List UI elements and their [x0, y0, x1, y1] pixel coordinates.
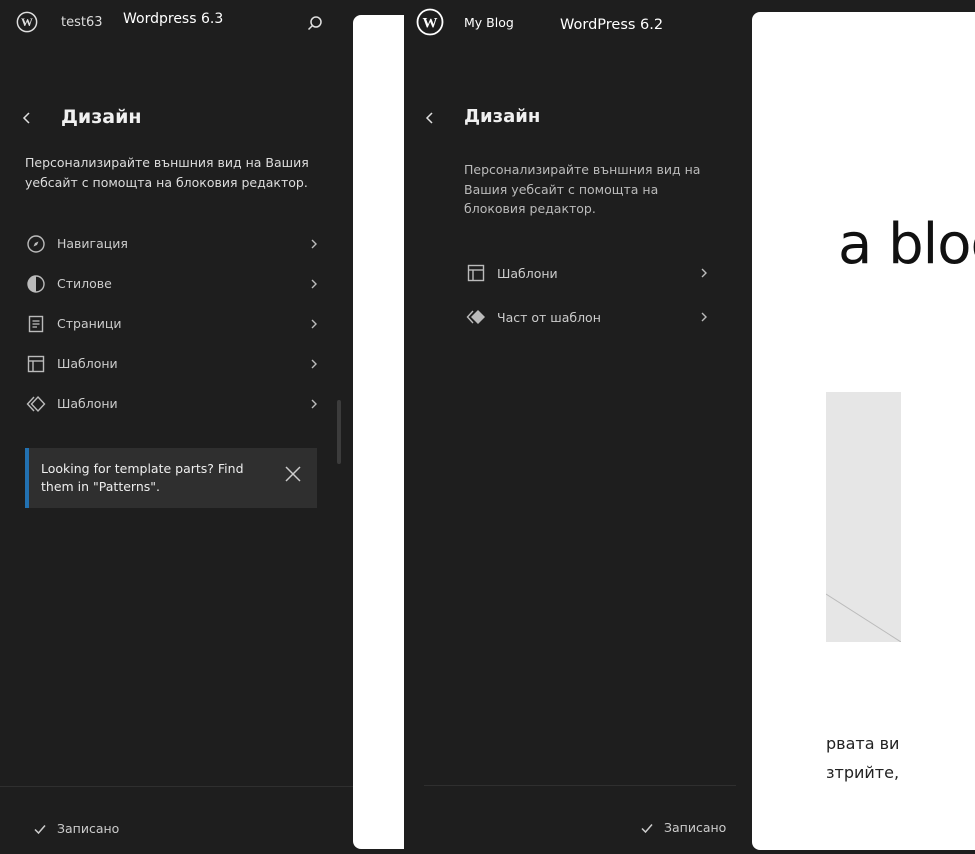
site-name[interactable]: test63 — [61, 15, 103, 30]
page-description: Персонализирайте външния вид на Вашия уе… — [25, 155, 309, 190]
chevron-right-icon — [698, 265, 710, 281]
design-nav: Навигация Стилове Страници Шаблони Шабло… — [20, 224, 330, 424]
preview-image-placeholder — [826, 392, 901, 642]
patterns-icon — [26, 394, 46, 414]
sidebar-item-label: Част от шаблон — [497, 310, 601, 325]
app-title: WordPress 6.2 — [560, 17, 664, 33]
sidebar-item-label: Шаблони — [57, 396, 118, 411]
sidebar-item-label: Шаблони — [57, 356, 118, 371]
svg-text:W: W — [423, 16, 438, 32]
save-status: Записано — [33, 821, 119, 836]
checkmark-icon — [33, 822, 47, 836]
footer-divider — [0, 786, 353, 787]
search-icon[interactable] — [304, 12, 326, 34]
page-title: Дизайн — [61, 106, 142, 128]
sidebar-item-templates[interactable]: Шаблони — [20, 344, 330, 384]
preview-text-line: зтрийте, — [826, 763, 900, 782]
sidebar-item-label: Страници — [57, 316, 122, 331]
pages-icon — [26, 314, 46, 334]
notice-text: Looking for template parts? Find them in… — [41, 461, 244, 494]
site-preview-canvas[interactable]: a blog рвата ви зтрийте, — [752, 12, 975, 850]
footer-divider — [424, 785, 736, 786]
chevron-right-icon — [308, 316, 320, 332]
back-chevron-icon[interactable] — [17, 108, 37, 128]
sidebar-item-label: Навигация — [57, 236, 128, 251]
sidebar-item-label: Шаблони — [497, 266, 558, 281]
scrollbar[interactable] — [337, 400, 341, 464]
editor-canvas-edge — [353, 15, 405, 849]
preview-site-title: a blog — [838, 212, 975, 277]
sidebar-wp62: W My Blog WordPress 6.2 Дизайн Персонали… — [404, 0, 753, 854]
sidebar-item-template-parts[interactable]: Част от шаблон — [462, 297, 712, 341]
sidebar-item-templates[interactable]: Шаблони — [462, 253, 712, 297]
templates-icon — [26, 354, 46, 374]
close-icon[interactable] — [283, 464, 303, 484]
styles-icon — [26, 274, 46, 294]
chevron-right-icon — [698, 309, 710, 325]
save-status-text: Записано — [664, 820, 727, 835]
preview-text-line: рвата ви — [826, 734, 900, 753]
navigation-icon — [26, 234, 46, 254]
sidebar-item-navigation[interactable]: Навигация — [20, 224, 330, 264]
template-parts-notice: Looking for template parts? Find them in… — [25, 448, 317, 508]
page-description: Персонализирайте външния вид на Вашия уе… — [464, 162, 701, 216]
chevron-right-icon — [308, 236, 320, 252]
wordpress-logo-icon[interactable]: W — [16, 11, 38, 33]
template-part-icon — [466, 307, 486, 327]
sidebar-item-styles[interactable]: Стилове — [20, 264, 330, 304]
site-name[interactable]: My Blog — [464, 15, 514, 30]
sidebar-wp63: W test63 Wordpress 6.3 Дизайн Персонализ… — [0, 0, 353, 854]
save-status-text: Записано — [57, 821, 120, 836]
svg-text:W: W — [21, 15, 33, 29]
chevron-right-icon — [308, 396, 320, 412]
page-title: Дизайн — [464, 106, 541, 127]
sidebar-item-pages[interactable]: Страници — [20, 304, 330, 344]
app-title: Wordpress 6.3 — [123, 11, 224, 27]
wordpress-logo-icon[interactable]: W — [416, 8, 444, 36]
back-chevron-icon[interactable] — [420, 108, 440, 128]
chevron-right-icon — [308, 356, 320, 372]
checkmark-icon — [640, 821, 654, 835]
templates-icon — [466, 263, 486, 283]
save-status: Записано — [640, 820, 726, 835]
chevron-right-icon — [308, 276, 320, 292]
design-nav: Шаблони Част от шаблон — [462, 253, 712, 341]
sidebar-item-patterns[interactable]: Шаблони — [20, 384, 330, 424]
sidebar-item-label: Стилове — [57, 276, 112, 291]
